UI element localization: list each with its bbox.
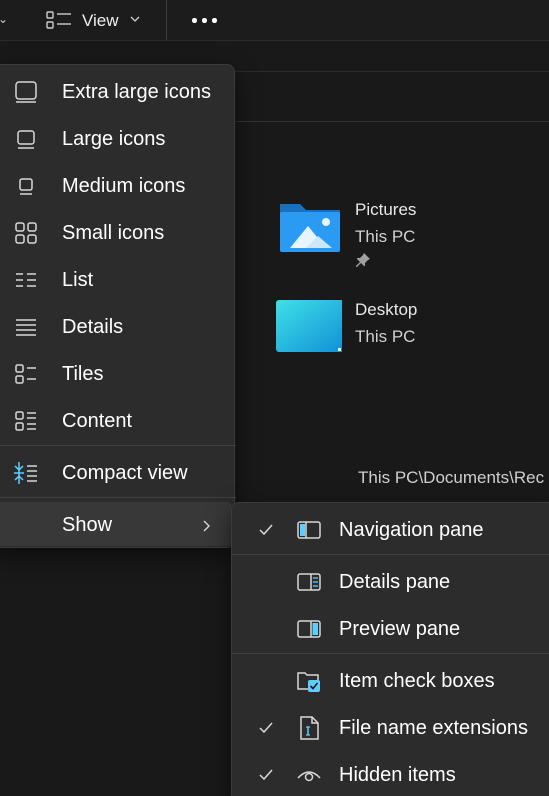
toolbar-divider — [166, 0, 167, 40]
recent-file-path: This PC\Documents\Rec — [358, 468, 545, 487]
menu-item-label: Large icons — [62, 128, 166, 150]
file-explorer-window: ⌄ View Pictures This PC Desktop This PC … — [0, 0, 549, 796]
item-check-boxes-icon — [297, 672, 320, 692]
large-icons-icon — [17, 130, 35, 149]
command-bar: ⌄ View — [0, 0, 549, 41]
chevron-right-icon — [203, 520, 210, 532]
view-button[interactable]: View — [40, 4, 150, 36]
quick-access-item-desktop[interactable]: Desktop This PC — [270, 300, 530, 380]
hidden-items-icon — [297, 771, 321, 782]
menu-item-label: Compact view — [62, 462, 188, 484]
desktop-folder-icon — [276, 300, 342, 352]
view-menu: Extra large icons Large icons Medium ico… — [0, 64, 236, 548]
menu-item-label: Medium icons — [62, 175, 186, 197]
menu-item-label: Tiles — [62, 363, 104, 385]
menu-item-label: Preview pane — [339, 618, 461, 640]
menu-item-large-icons[interactable]: Large icons — [0, 116, 232, 160]
file-name-extensions-icon — [300, 716, 319, 740]
pictures-folder-icon — [280, 204, 340, 252]
menu-item-show[interactable]: Show — [0, 502, 232, 546]
menu-item-preview-pane[interactable]: Preview pane — [236, 606, 549, 650]
pin-icon[interactable] — [355, 252, 371, 268]
menu-item-label: Content — [62, 410, 133, 432]
extra-large-icons-icon — [15, 81, 37, 103]
preview-pane-icon — [297, 620, 321, 638]
menu-item-file-name-extensions[interactable]: File name extensions — [236, 705, 549, 749]
menu-item-label: Small icons — [62, 222, 165, 244]
menu-divider — [232, 554, 549, 555]
menu-divider — [0, 445, 236, 446]
content-icon — [15, 411, 36, 431]
show-submenu: Navigation pane Details pane Preview pan… — [231, 502, 549, 796]
small-icons-icon — [15, 222, 37, 244]
menu-item-label: Item check boxes — [339, 670, 495, 692]
menu-item-label: Extra large icons — [62, 81, 211, 103]
quick-access-location: This PC — [355, 327, 416, 346]
menu-item-content[interactable]: Content — [0, 398, 232, 442]
view-list-icon — [46, 11, 71, 29]
checkmark-icon — [259, 769, 273, 781]
menu-item-label: Details pane — [339, 571, 451, 593]
menu-item-label: Hidden items — [339, 764, 456, 786]
tiles-icon — [15, 364, 36, 384]
menu-item-label: File name extensions — [339, 717, 528, 739]
menu-item-details-pane[interactable]: Details pane — [236, 559, 549, 603]
menu-divider — [0, 497, 236, 498]
menu-item-navigation-pane[interactable]: Navigation pane — [236, 507, 549, 551]
quick-access-name: Pictures — [355, 200, 417, 219]
menu-item-medium-icons[interactable]: Medium icons — [0, 163, 232, 207]
navigation-pane-icon — [297, 521, 321, 539]
divider — [235, 71, 549, 72]
menu-item-item-check-boxes[interactable]: Item check boxes — [236, 658, 549, 702]
menu-item-details[interactable]: Details — [0, 304, 232, 348]
menu-divider — [232, 653, 549, 654]
checkmark-icon — [259, 524, 273, 536]
quick-access-item-pictures[interactable]: Pictures This PC — [270, 200, 530, 280]
menu-item-label: Navigation pane — [339, 519, 484, 541]
list-icon — [16, 273, 36, 287]
view-button-label: View — [82, 11, 119, 30]
quick-access-location: This PC — [355, 227, 416, 246]
menu-item-extra-large-icons[interactable]: Extra large icons — [0, 69, 232, 113]
chevron-down-icon — [130, 16, 140, 22]
menu-item-label: Show — [62, 514, 113, 536]
details-icon — [16, 319, 36, 336]
divider — [235, 121, 549, 122]
more-options-button[interactable] — [186, 6, 222, 34]
compact-view-icon — [14, 462, 37, 484]
menu-item-small-icons[interactable]: Small icons — [0, 210, 232, 254]
details-pane-icon — [297, 573, 321, 591]
quick-access-name: Desktop — [355, 300, 418, 319]
chevron-down-icon[interactable]: ⌄ — [0, 12, 8, 26]
medium-icons-icon — [19, 178, 33, 195]
menu-item-hidden-items[interactable]: Hidden items — [236, 752, 549, 796]
menu-item-label: List — [62, 269, 94, 291]
menu-item-label: Details — [62, 316, 124, 338]
menu-item-tiles[interactable]: Tiles — [0, 351, 232, 395]
menu-item-list[interactable]: List — [0, 257, 232, 301]
menu-item-compact-view[interactable]: Compact view — [0, 450, 232, 494]
checkmark-icon — [259, 722, 273, 734]
